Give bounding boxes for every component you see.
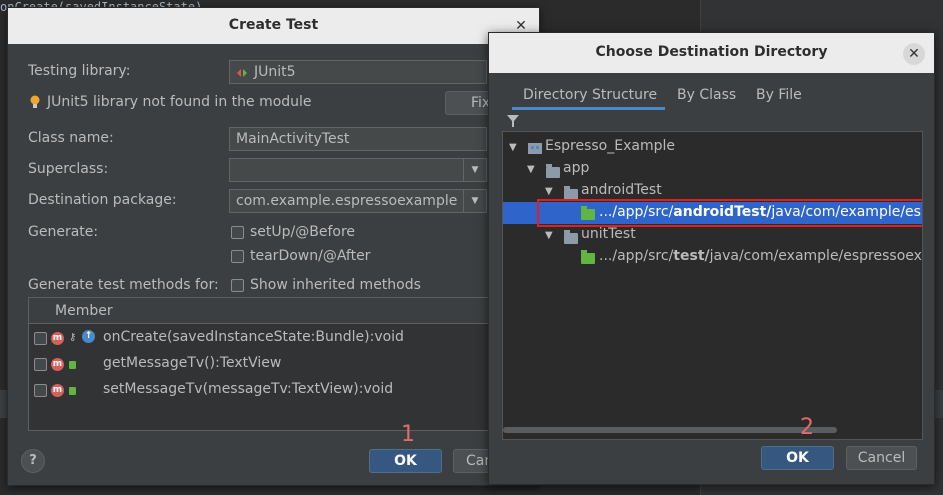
unit-test-path-label: .../app/src/test/java/com/example/espres… <box>599 248 922 264</box>
tree-item-unit-test[interactable]: unitTest <box>581 226 636 242</box>
tab-by-class[interactable]: By Class <box>677 87 736 103</box>
teardown-label: tearDown/@After <box>250 248 371 264</box>
create-test-dialog: Create Test ✕ Testing library: JUnit5 JU… <box>7 7 540 486</box>
member-label: onCreate(savedInstanceState:Bundle):void <box>103 329 404 345</box>
chevron-down-icon[interactable]: ▼ <box>545 230 553 241</box>
tree-item-root[interactable]: Espresso_Example <box>545 138 675 154</box>
active-tab-indicator <box>512 107 665 110</box>
tab-by-file[interactable]: By File <box>756 87 802 103</box>
setup-label: setUp/@Before <box>250 224 356 240</box>
chevron-down-icon[interactable]: ▼ <box>509 142 517 153</box>
folder-icon <box>546 164 560 178</box>
filter-icon[interactable] <box>507 115 519 127</box>
destination-package-value: com.example.espressoexample <box>236 193 458 209</box>
highlight-box <box>537 199 922 227</box>
path-bold: test/ <box>673 248 710 264</box>
annotation-number: 2 <box>800 415 814 440</box>
class-name-label: Class name: <box>28 130 114 146</box>
chevron-down-icon[interactable]: ▼ <box>463 190 486 212</box>
warning-text: JUnit5 library not found in the module <box>47 94 312 110</box>
tree-item-app[interactable]: app <box>563 160 589 176</box>
close-icon[interactable]: ✕ <box>903 43 925 65</box>
member-table: Member m ⚷ ↑ onCreate(savedInstanceState… <box>28 297 492 431</box>
generate-label: Generate: <box>28 224 99 240</box>
member-checkbox[interactable] <box>34 358 47 371</box>
member-column-header[interactable]: Member <box>55 303 113 319</box>
lightbulb-icon <box>30 95 40 109</box>
teardown-checkbox[interactable] <box>231 250 244 263</box>
method-icon: m <box>51 332 64 345</box>
method-icon: m <box>51 384 64 397</box>
tab-directory-structure[interactable]: Directory Structure <box>523 87 657 103</box>
member-label: setMessageTv(messageTv:TextView):void <box>103 381 394 397</box>
table-row[interactable]: m setMessageTv(messageTv:TextView):void <box>29 379 491 403</box>
project-icon <box>528 141 542 155</box>
directory-tree: ▼ Espresso_Example ▼ app ▼ androidTest .… <box>502 131 923 440</box>
show-inherited-checkbox[interactable] <box>231 279 244 292</box>
key-icon: ⚷ <box>69 332 77 343</box>
member-checkbox[interactable] <box>34 332 47 345</box>
testing-library-select[interactable]: JUnit5 <box>229 60 487 84</box>
chevron-down-icon[interactable]: ▼ <box>527 164 535 175</box>
setup-checkbox[interactable] <box>231 226 244 239</box>
annotation-number: 1 <box>401 422 415 447</box>
junit-icon <box>237 66 247 77</box>
override-icon: ↑ <box>82 330 95 343</box>
table-row[interactable]: m getMessageTv():TextView <box>29 353 491 377</box>
destination-package-label: Destination package: <box>28 192 177 208</box>
path-prefix: .../app/src/ <box>599 248 674 264</box>
path-suffix: java/com/example/espressoex <box>709 248 922 264</box>
dialog-title: Choose Destination Directory <box>595 44 828 60</box>
tree-item-unit-test-path[interactable]: .../app/src/test/java/com/example/espres… <box>503 246 922 268</box>
superclass-label: Superclass: <box>28 161 109 177</box>
testing-library-value: JUnit5 <box>254 64 296 80</box>
choose-destination-dialog: Choose Destination Directory ✕ Directory… <box>488 32 935 485</box>
lock-icon <box>69 361 76 369</box>
member-checkbox[interactable] <box>34 384 47 397</box>
class-name-input[interactable]: MainActivityTest <box>229 127 487 151</box>
chevron-down-icon[interactable]: ▼ <box>463 159 486 181</box>
ok-button[interactable]: OK <box>761 446 834 470</box>
help-button[interactable]: ? <box>21 449 45 473</box>
horizontal-scrollbar[interactable] <box>503 427 837 433</box>
ok-button[interactable]: OK <box>369 449 442 473</box>
folder-icon <box>564 230 578 244</box>
dialog-title: Create Test <box>228 17 319 33</box>
superclass-combo[interactable]: ▼ <box>229 158 487 182</box>
folder-icon <box>581 250 595 264</box>
generate-methods-label: Generate test methods for: <box>28 277 219 293</box>
method-icon: m <box>51 358 64 371</box>
show-inherited-label: Show inherited methods <box>250 277 421 293</box>
destination-package-combo[interactable]: com.example.espressoexample ▼ <box>229 189 487 213</box>
cancel-button[interactable]: Cancel <box>846 446 917 470</box>
chevron-down-icon[interactable]: ▼ <box>545 186 553 197</box>
lock-icon <box>69 387 76 395</box>
member-label: getMessageTv():TextView <box>103 355 282 371</box>
tree-item-android-test[interactable]: androidTest <box>581 182 662 198</box>
table-row[interactable]: m ⚷ ↑ onCreate(savedInstanceState:Bundle… <box>29 327 491 351</box>
testing-library-label: Testing library: <box>28 63 131 79</box>
